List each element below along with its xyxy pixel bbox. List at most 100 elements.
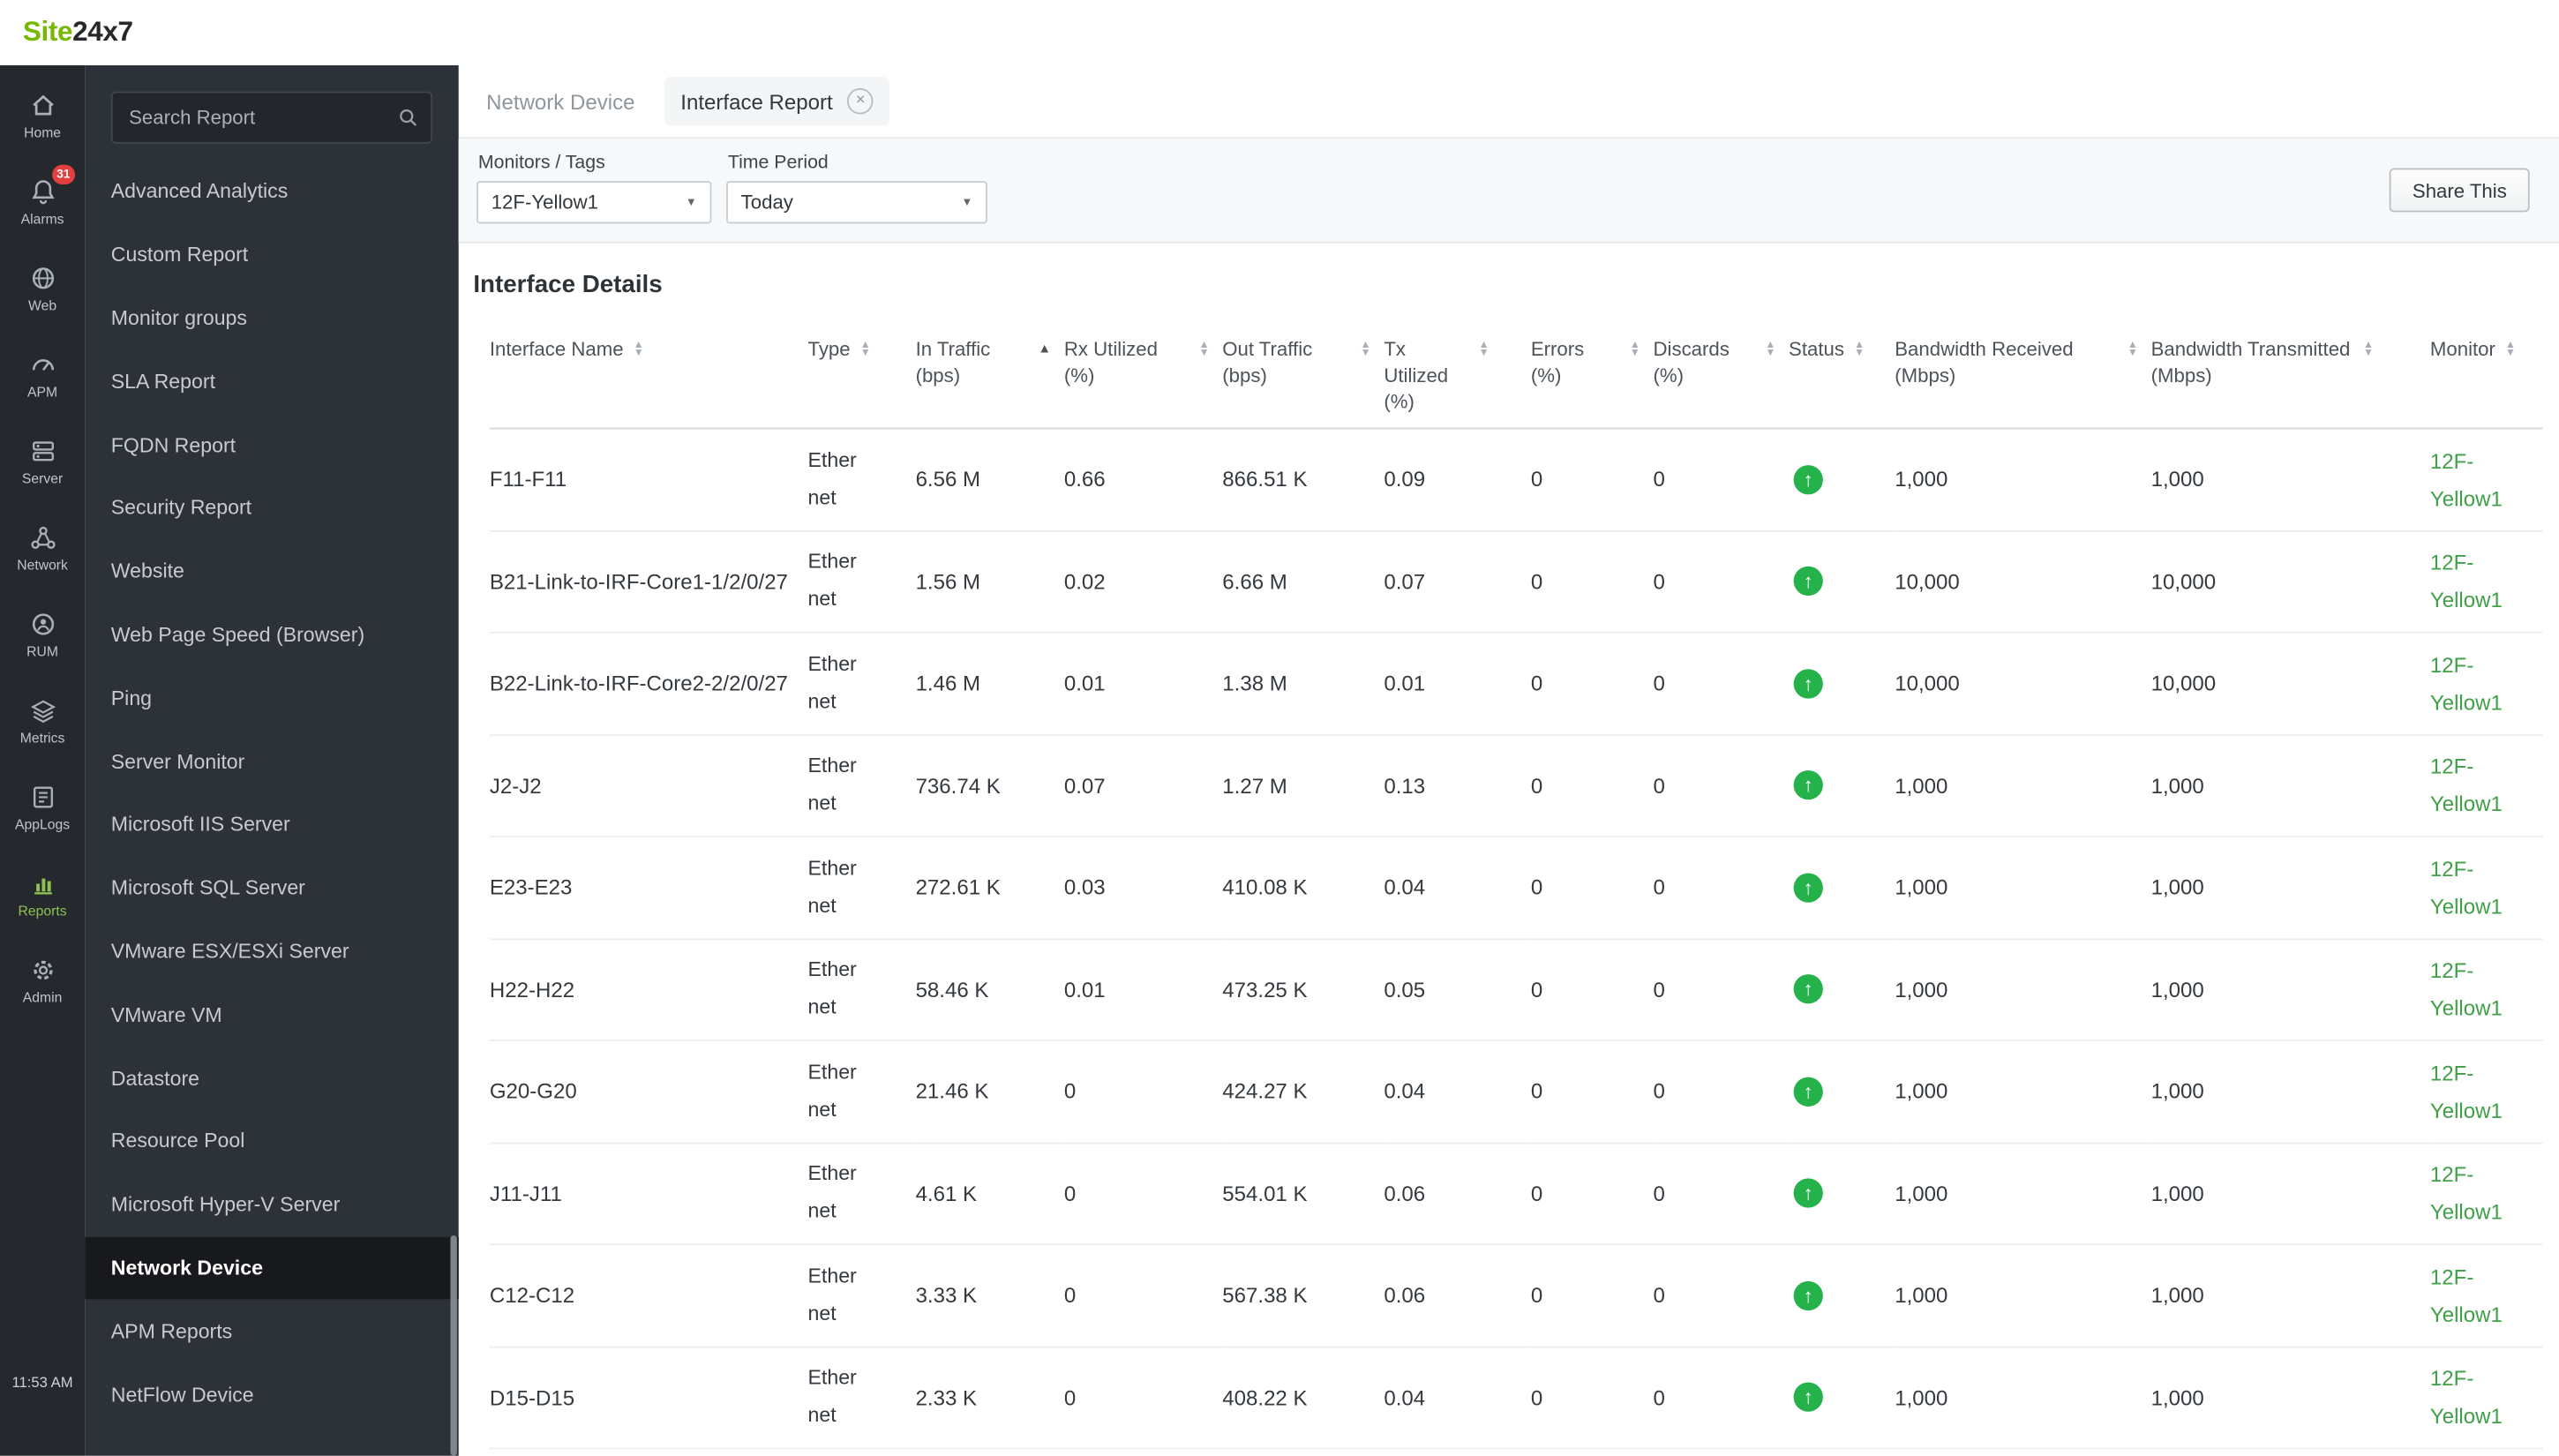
sort-icon[interactable]: ▲ ▼ [2363, 340, 2374, 358]
clock: 11:53 AM [11, 1374, 73, 1391]
sort-icon[interactable]: ▲ ▼ [1479, 340, 1490, 358]
monitor-link[interactable]: 12F-Yellow1 [2430, 748, 2530, 823]
monitor-link[interactable]: 12F-Yellow1 [2430, 442, 2530, 517]
monitor-link[interactable]: 12F-Yellow1 [2430, 1054, 2530, 1129]
logo-text-dark: 24x7 [72, 16, 133, 48]
server-icon [28, 437, 56, 464]
out-traffic-cell: 866.51 K [1222, 428, 1385, 532]
sidebar-item-custom-report[interactable]: Custom Report [85, 223, 459, 287]
search-icon[interactable] [396, 106, 419, 129]
sort-icon[interactable]: ▲ ▼ [1199, 340, 1210, 358]
rail-item-reports[interactable]: Reports [0, 851, 85, 937]
discards-cell: 0 [1653, 1244, 1790, 1347]
rail-item-apm[interactable]: APM [0, 331, 85, 417]
reports-sidebar: Advanced Analytics Custom Report Monitor… [85, 64, 459, 1456]
rail-items: Home Alarms 31 Web APM Server Network RU… [0, 71, 85, 1023]
close-icon[interactable]: × [847, 87, 874, 115]
sidebar-item-apm-reports[interactable]: APM Reports [85, 1300, 459, 1363]
sidebar-item-security-report[interactable]: Security Report [85, 477, 459, 540]
in-traffic-cell: 6.56 M [915, 428, 1064, 532]
errors-cell: 0 [1530, 836, 1654, 940]
sort-icon[interactable]: ▲ ▼ [2127, 340, 2138, 358]
tx-utilized-cell: 0.04 [1384, 836, 1531, 940]
table-row: B22-Link-to-IRF-Core2-2/2/0/27 Ethernet … [489, 632, 2543, 736]
sidebar-item-website[interactable]: Website [85, 540, 459, 604]
sidebar-item-web-page-speed-browser[interactable]: Web Page Speed (Browser) [85, 604, 459, 667]
sidebar-item-netflow-device[interactable]: NetFlow Device [85, 1363, 459, 1427]
sidebar-item-advanced-analytics[interactable]: Advanced Analytics [85, 160, 459, 223]
monitor-link[interactable]: 12F-Yellow1 [2430, 1156, 2530, 1231]
sort-icon[interactable]: ▲ ▼ [2505, 340, 2516, 358]
sidebar-item-server-monitor[interactable]: Server Monitor [85, 730, 459, 793]
bandwidth-transmitted-cell: 1,000 [2150, 1142, 2430, 1246]
in-traffic-cell: 21.46 K [915, 1040, 1064, 1144]
share-this-button[interactable]: Share This [2389, 168, 2530, 213]
monitor-link[interactable]: 12F-Yellow1 [2430, 850, 2530, 925]
status-cell [1789, 1244, 1895, 1347]
rail-item-web[interactable]: Web [0, 244, 85, 331]
monitor-link[interactable]: 12F-Yellow1 [2430, 1257, 2530, 1332]
bell-icon [28, 177, 56, 205]
sidebar-item-label: Web Page Speed (Browser) [110, 623, 365, 647]
out-traffic-cell: 554.01 K [1222, 1142, 1385, 1246]
sidebar-item-monitor-groups[interactable]: Monitor groups [85, 287, 459, 350]
monitor-cell: 12F-Yellow1 [2429, 938, 2543, 1041]
tx-utilized-cell: 0.07 [1384, 530, 1531, 634]
rail-item-network[interactable]: Network [0, 504, 85, 590]
sidebar-item-resource-pool[interactable]: Resource Pool [85, 1110, 459, 1174]
sort-icon[interactable]: ▲ ▼ [1630, 340, 1640, 358]
sidebar-item-microsoft-iis-server[interactable]: Microsoft IIS Server [85, 793, 459, 857]
sidebar-item-vmware-esx-esxi-server[interactable]: VMware ESX/ESXi Server [85, 919, 459, 983]
sidebar-item-vmware-vm[interactable]: VMware VM [85, 983, 459, 1047]
rail-item-label: Home [24, 123, 62, 140]
monitor-link[interactable]: 12F-Yellow1 [2430, 952, 2530, 1027]
sidebar-item-fqdn-report[interactable]: FQDN Report [85, 413, 459, 477]
errors-cell: 0 [1530, 1346, 1654, 1450]
time-period-select[interactable]: Today ▼ [726, 181, 987, 224]
sort-icon[interactable]: ▲ ▼ [1854, 340, 1865, 358]
sidebar-item-ping[interactable]: Ping [85, 666, 459, 730]
sidebar-scrollbar[interactable] [450, 1235, 457, 1456]
network-icon [28, 523, 56, 551]
tab-interface-report[interactable]: Interface Report × [664, 76, 890, 126]
monitor-cell: 12F-Yellow1 [2429, 1142, 2543, 1246]
sidebar-item-network-device[interactable]: Network Device [85, 1236, 459, 1300]
sidebar-item-datastore[interactable]: Datastore [85, 1047, 459, 1110]
rail-item-admin[interactable]: Admin [0, 937, 85, 1024]
home-icon [28, 91, 56, 118]
sort-icon[interactable]: ▲ ▼ [1765, 340, 1775, 358]
rail-item-rum[interactable]: RUM [0, 591, 85, 678]
sort-icon[interactable]: ▲ ▼ [1361, 340, 1371, 358]
page-title: Interface Details [473, 271, 663, 299]
interface-name-cell: G20-G20 [489, 1040, 808, 1144]
tab-network-device[interactable]: Network Device [470, 78, 651, 125]
status-up-icon [1793, 1077, 1823, 1107]
sidebar-item-microsoft-hyper-v-server[interactable]: Microsoft Hyper-V Server [85, 1173, 459, 1236]
rail-item-metrics[interactable]: Metrics [0, 678, 85, 764]
col-header-type: Type ▲ ▼ [807, 313, 916, 430]
sidebar-item-microsoft-sql-server[interactable]: Microsoft SQL Server [85, 857, 459, 920]
sidebar-item-label: Ping [110, 687, 153, 710]
sidebar-item-label: Custom Report [110, 243, 249, 266]
rail-item-server[interactable]: Server [0, 417, 85, 504]
interface-name-cell: H22-H22 [489, 938, 808, 1041]
metrics-layers-icon [28, 696, 56, 724]
sort-asc-icon[interactable]: ▲ [1038, 341, 1051, 356]
status-up-icon [1793, 1382, 1823, 1413]
monitor-link[interactable]: 12F-Yellow1 [2430, 544, 2530, 619]
rail-item-applogs[interactable]: AppLogs [0, 764, 85, 851]
out-traffic-cell: 424.27 K [1222, 1040, 1385, 1144]
search-input[interactable] [110, 91, 433, 144]
sort-icon[interactable]: ▲ ▼ [634, 340, 644, 358]
monitor-link[interactable]: 12F-Yellow1 [2430, 1360, 2530, 1435]
sidebar-item-label: Advanced Analytics [110, 180, 289, 204]
rail-item-home[interactable]: Home [0, 71, 85, 158]
sort-icon[interactable]: ▲ ▼ [860, 340, 871, 358]
rail-item-alarms[interactable]: Alarms 31 [0, 158, 85, 244]
site24x7-logo[interactable]: Site24x7 [23, 16, 133, 49]
sidebar-item-sla-report[interactable]: SLA Report [85, 350, 459, 414]
apm-gauge-icon [28, 350, 56, 378]
monitors-select[interactable]: 12F-Yellow1 ▼ [477, 181, 712, 224]
monitor-link[interactable]: 12F-Yellow1 [2430, 646, 2530, 721]
rx-utilized-cell: 0.07 [1063, 734, 1223, 837]
